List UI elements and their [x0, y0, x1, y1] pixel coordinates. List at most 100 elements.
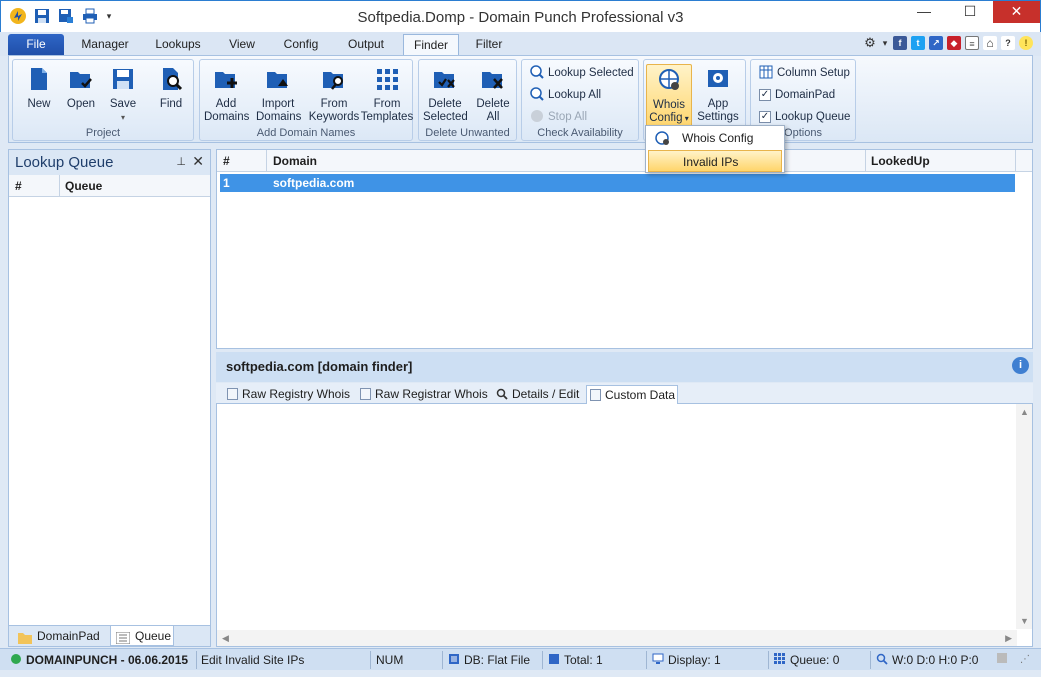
maximize-button[interactable]: ☐	[947, 1, 993, 23]
group-delete-unwanted: Delete Selected Delete All Delete Unwant…	[418, 59, 517, 141]
column-setup-button[interactable]: Column Setup	[759, 64, 850, 82]
tab-finder[interactable]: Finder	[403, 34, 459, 56]
scroll-right-icon[interactable]: ▶	[1005, 633, 1012, 644]
import-domains-button[interactable]: Import Domains	[256, 64, 301, 124]
facebook-icon[interactable]: f	[893, 36, 907, 50]
settings-gear-icon[interactable]: ⚙	[863, 36, 877, 50]
open-button[interactable]: Open	[59, 64, 103, 111]
detail-body: ▲ ▼ ◀ ▶	[216, 404, 1033, 647]
document-icon	[590, 389, 601, 401]
tab-manager[interactable]: Manager	[74, 34, 136, 56]
scroll-left-icon[interactable]: ◀	[222, 633, 229, 644]
menu-item-whois-config[interactable]: Whois Config	[648, 127, 782, 149]
title-bar: ▾ Softpedia.Domp - Domain Punch Professi…	[0, 0, 1041, 32]
domainpad-checkbox[interactable]: ✓ DomainPad	[759, 86, 835, 104]
tab-filter[interactable]: Filter	[466, 34, 512, 56]
delete-all-icon	[480, 66, 506, 92]
from-templates-button[interactable]: From Templates	[360, 64, 414, 124]
app-settings-button[interactable]: App Settings	[696, 64, 740, 124]
magnifier-icon	[496, 387, 508, 405]
update-icon[interactable]: ◆	[947, 36, 961, 50]
left-panel-tabs: DomainPad Queue	[8, 625, 211, 647]
tab-domainpad[interactable]: DomainPad	[13, 626, 107, 646]
resize-grip-icon[interactable]: ⋰	[1020, 652, 1030, 668]
horizontal-scrollbar[interactable]: ◀ ▶	[217, 630, 1017, 646]
detail-tabs: Raw Registry Whois Raw Registrar Whois D…	[216, 383, 1033, 404]
lookup-selected-button[interactable]: Lookup Selected	[530, 64, 634, 82]
status-box-icon[interactable]	[996, 652, 1008, 668]
status-queue: Queue: 0	[774, 652, 839, 668]
grid-col-num[interactable]: #	[223, 154, 230, 168]
tab-raw-registry-whois[interactable]: Raw Registry Whois	[224, 385, 359, 404]
database-icon	[448, 653, 460, 664]
import-folder-icon	[265, 66, 291, 92]
tab-queue[interactable]: Queue	[110, 626, 174, 646]
tab-custom-data[interactable]: Custom Data	[586, 385, 678, 404]
share-icon[interactable]: ↗	[929, 36, 943, 50]
stop-icon	[530, 109, 544, 126]
ribbon: New Open Save ▾ Find Project Add Domains…	[8, 55, 1033, 143]
close-panel-icon[interactable]: ✕	[192, 153, 204, 170]
group-check-availability: Lookup Selected Lookup All Stop All Chec…	[521, 59, 639, 141]
tab-config[interactable]: Config	[274, 34, 328, 56]
keywords-key-icon	[321, 66, 347, 92]
group-label-check-availability: Check Availability	[537, 127, 623, 139]
delete-all-button[interactable]: Delete All	[471, 64, 515, 124]
find-button[interactable]: Find	[149, 64, 193, 111]
tab-output[interactable]: Output	[338, 34, 394, 56]
whois-dropdown-arrow-icon: ▾	[682, 114, 689, 123]
tab-file[interactable]: File	[8, 34, 64, 56]
tab-lookups[interactable]: Lookups	[146, 34, 210, 56]
templates-grid-icon	[374, 66, 400, 92]
minimize-button[interactable]: —	[901, 1, 947, 23]
info-icon[interactable]: i	[1012, 357, 1029, 374]
tab-details-edit[interactable]: Details / Edit	[494, 385, 584, 404]
add-folder-icon	[213, 66, 239, 92]
lookup-queue-checkbox[interactable]: ✓ Lookup Queue	[759, 108, 850, 126]
delete-selected-button[interactable]: Delete Selected	[423, 64, 468, 124]
group-label-project: Project	[85, 127, 121, 139]
tab-view[interactable]: View	[220, 34, 264, 56]
app-status-icon	[10, 653, 22, 664]
lookup-all-button[interactable]: Lookup All	[530, 86, 601, 104]
window-title: Softpedia.Domp - Domain Punch Profession…	[357, 9, 684, 26]
whois-config-button[interactable]: Whois Config ▾	[646, 64, 692, 130]
from-keywords-button[interactable]: From Keywords	[308, 64, 360, 124]
menu-item-invalid-ips[interactable]: Invalid IPs	[648, 150, 782, 172]
delete-selected-icon	[432, 66, 458, 92]
grid-col-lookedup[interactable]: LookedUp	[871, 154, 930, 168]
close-button[interactable]: ✕	[993, 1, 1040, 23]
vertical-scrollbar[interactable]: ▲ ▼	[1016, 404, 1032, 629]
scroll-down-icon[interactable]: ▼	[1020, 616, 1029, 626]
domainpad-check-icon: ✓	[759, 89, 771, 101]
scroll-up-icon[interactable]: ▲	[1020, 407, 1029, 417]
tab-raw-registrar-whois[interactable]: Raw Registrar Whois	[357, 385, 489, 404]
document-icon[interactable]: ≡	[965, 36, 979, 50]
grid-col-domain[interactable]: Domain	[273, 154, 317, 168]
table-row[interactable]: 1 softpedia.com	[220, 174, 1015, 192]
status-action: Edit Invalid Site IPs	[201, 653, 305, 667]
lookup-all-globe-icon	[530, 86, 544, 104]
queue-col-queue[interactable]: Queue	[65, 179, 102, 193]
find-icon	[158, 66, 184, 92]
status-app: DOMAINPUNCH - 06.06.2015	[10, 652, 188, 668]
group-project: New Open Save ▾ Find Project	[12, 59, 194, 141]
dropdown-arrow-icon[interactable]: ▾	[881, 36, 889, 50]
status-display: Display: 1	[652, 652, 721, 668]
stop-all-button[interactable]: Stop All	[530, 108, 587, 126]
tip-lightbulb-icon[interactable]: !	[1019, 36, 1033, 50]
detail-header: softpedia.com [domain finder] i	[216, 352, 1033, 382]
list-icon	[115, 630, 131, 650]
new-button[interactable]: New	[17, 64, 61, 111]
add-domains-button[interactable]: Add Domains	[204, 64, 249, 124]
queue-col-num[interactable]: #	[15, 179, 22, 193]
lookup-globe-icon	[530, 64, 544, 82]
status-db: DB: Flat File	[448, 652, 530, 668]
search-icon	[876, 653, 888, 665]
home-icon[interactable]: ⌂	[983, 36, 997, 50]
twitter-icon[interactable]: t	[911, 36, 925, 50]
domain-grid: # Domain LookedUp 1 softpedia.com	[216, 149, 1033, 349]
save-dropdown-button[interactable]: Save ▾	[101, 64, 145, 124]
pin-icon[interactable]: ⊥	[176, 155, 186, 168]
help-icon[interactable]: ?	[1001, 36, 1015, 50]
